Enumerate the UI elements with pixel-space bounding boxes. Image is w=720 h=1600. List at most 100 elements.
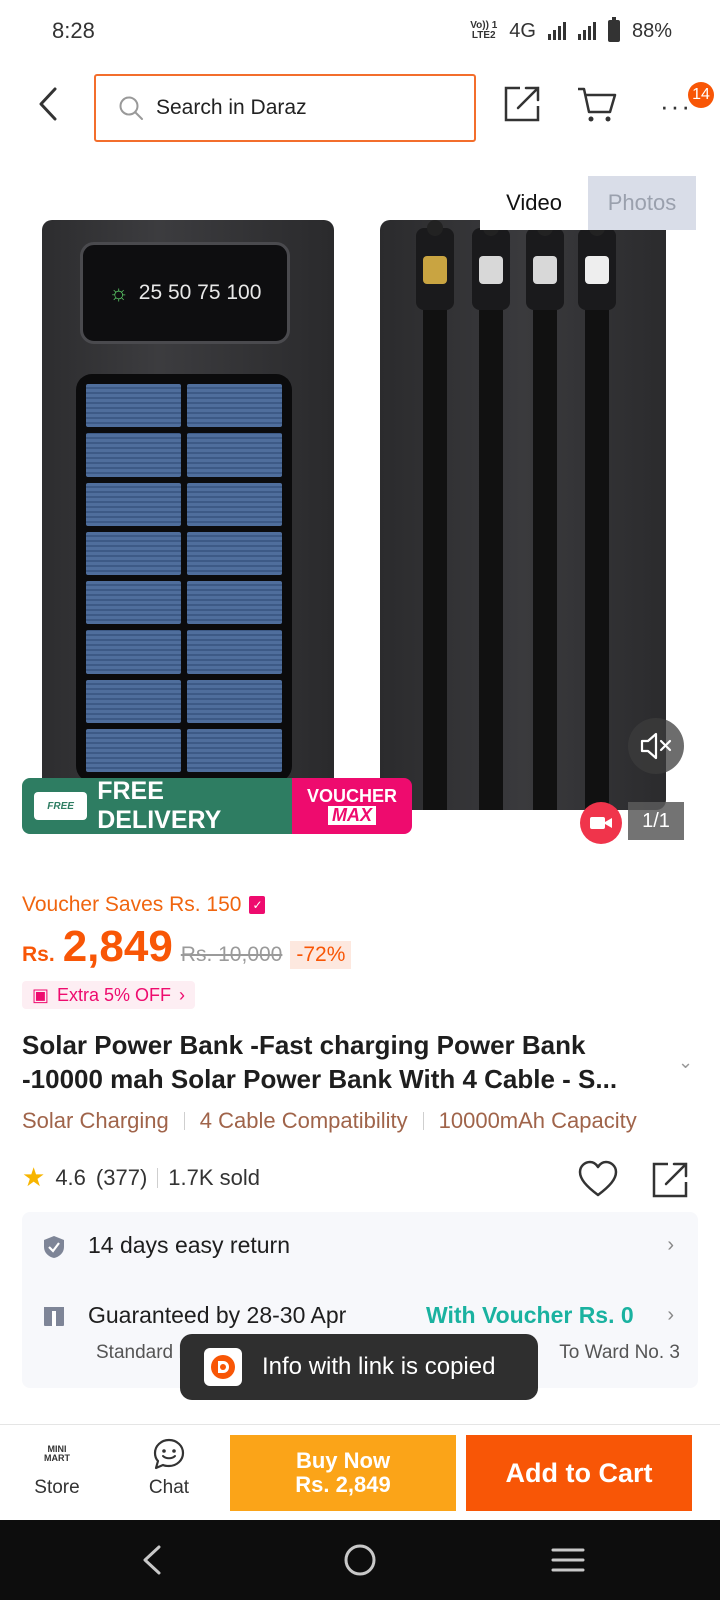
product-media[interactable]: ☼ 25 50 75 100 Video Photos FREE FREE DE…	[0, 176, 720, 866]
price-currency: Rs.	[22, 943, 55, 966]
signal-icon-2	[577, 22, 596, 40]
package-icon	[44, 1307, 64, 1326]
star-icon: ★	[22, 1162, 46, 1192]
voucher-saves-label: Voucher Saves Rs. 150	[22, 893, 242, 916]
free-delivery-badge: FREE FREE DELIVERY	[22, 778, 292, 834]
back-button[interactable]	[26, 82, 70, 126]
price-row: Rs. 2,849 Rs. 10,000 -72%	[22, 922, 352, 982]
share-icon	[652, 1162, 688, 1198]
nav-home-button[interactable]	[330, 1536, 390, 1584]
cable-type-c	[472, 220, 510, 810]
home-circle-icon	[344, 1544, 376, 1576]
add-to-cart-label: Add to Cart	[505, 1457, 653, 1488]
shield-check-icon	[44, 1236, 64, 1258]
status-bar: 8:28 Vo)) 1 LTE2 4G 88%	[0, 0, 720, 62]
feature-tags: Solar Charging 4 Cable Compatibility 100…	[22, 1108, 720, 1134]
speaker-muted-icon	[640, 732, 672, 760]
cart-button[interactable]	[576, 84, 622, 128]
status-time: 8:28	[52, 18, 95, 43]
status-icons: Vo)) 1 LTE2 4G 88%	[470, 17, 672, 43]
power-bank-readout: 25 50 75 100	[138, 281, 262, 304]
voucher-max-badge: VOUCHER MAX	[292, 778, 412, 834]
chat-icon	[153, 1438, 185, 1470]
feature-tag: Solar Charging	[22, 1108, 169, 1133]
return-policy-row[interactable]: 14 days easy return ›	[22, 1212, 698, 1282]
mute-button[interactable]	[628, 718, 684, 774]
current-price: 2,849	[62, 922, 173, 971]
feature-tag: 4 Cable Compatibility	[199, 1108, 408, 1133]
buy-now-label: Buy Now	[295, 1448, 391, 1473]
max-label: MAX	[328, 806, 376, 825]
chevron-left-icon	[39, 87, 57, 121]
back-arrow-icon	[143, 1545, 161, 1575]
extra-off-tag[interactable]: ▣ Extra 5% OFF ›	[22, 981, 196, 1009]
tab-video[interactable]: Video	[480, 176, 588, 230]
tab-photos[interactable]: Photos	[588, 176, 696, 230]
voucher-saves[interactable]: Voucher Saves Rs. 150 ✓	[22, 893, 266, 917]
battery-level: 88%	[631, 19, 672, 42]
heart-icon	[578, 1160, 618, 1197]
nav-recents-button[interactable]	[538, 1536, 598, 1584]
daraz-app-icon	[204, 1348, 242, 1386]
battery-icon	[607, 17, 620, 42]
search-placeholder: Search in Daraz	[156, 96, 307, 119]
network-type: 4G	[509, 19, 536, 42]
buy-now-button[interactable]: Buy Now Rs. 2,849	[230, 1435, 456, 1511]
system-nav-bar	[0, 1520, 720, 1600]
voucher-tag-icon: ▣	[32, 984, 50, 1005]
copied-toast: Info with link is copied	[180, 1334, 538, 1400]
original-price: Rs. 10,000	[180, 943, 283, 966]
sun-icon: ☼	[108, 280, 129, 305]
divider	[422, 1112, 424, 1130]
recents-menu-icon	[551, 1548, 585, 1572]
cart-icon	[578, 87, 617, 122]
free-delivery-label: FREE DELIVERY	[97, 778, 222, 834]
discount-badge: -72%	[290, 941, 352, 969]
power-bank-back-image	[380, 220, 666, 810]
signal-icon	[547, 22, 566, 40]
search-input[interactable]: Search in Daraz	[94, 74, 476, 142]
divider	[157, 1167, 159, 1188]
power-bank-display: ☼ 25 50 75 100	[80, 242, 290, 344]
return-policy-label: 14 days easy return	[88, 1232, 291, 1258]
store-label: Store	[34, 1477, 80, 1498]
share-button[interactable]	[502, 84, 546, 128]
rating-row[interactable]: ★ 4.6 (377) 1.7K sold	[22, 1162, 260, 1193]
rating-value: 4.6	[55, 1164, 86, 1190]
power-bank-front-image: ☼ 25 50 75 100	[42, 220, 334, 820]
cable-micro	[526, 220, 564, 810]
add-to-cart-button[interactable]: Add to Cart	[466, 1435, 692, 1511]
store-button[interactable]: MINI MART Store	[22, 1437, 92, 1513]
product-title[interactable]: Solar Power Bank -Fast charging Power Ba…	[22, 1028, 662, 1096]
cable-usb	[416, 220, 454, 810]
voucher-delivery-fee: With Voucher Rs. 0	[426, 1302, 634, 1328]
media-tabs: Video Photos	[480, 176, 696, 230]
toast-message: Info with link is copied	[262, 1353, 496, 1380]
divider	[183, 1112, 185, 1130]
solar-panel	[76, 374, 292, 782]
chevron-right-icon: ›	[179, 984, 186, 1005]
header: Search in Daraz ···	[0, 70, 720, 146]
delivery-truck-icon: FREE	[34, 792, 88, 820]
bottom-action-bar: MINI MART Store Chat Buy Now Rs. 2,849 A…	[0, 1424, 720, 1520]
volte-icon: Vo)) 1 LTE2	[470, 20, 498, 41]
cart-count-badge: 14	[688, 82, 714, 108]
share-product-button[interactable]	[650, 1160, 694, 1204]
video-camera-icon	[590, 817, 612, 829]
store-logo: MINI MART	[44, 1444, 70, 1463]
search-icon	[119, 96, 143, 120]
video-camera-button[interactable]	[580, 802, 622, 844]
voucher-label: VOUCHER	[306, 786, 397, 806]
voucher-icon: ✓	[249, 896, 266, 914]
feature-tag: 10000mAh Capacity	[438, 1108, 637, 1133]
media-counter: 1/1	[628, 802, 684, 840]
chat-button[interactable]: Chat	[134, 1437, 204, 1513]
promo-banner: FREE FREE DELIVERY VOUCHER MAX	[22, 778, 412, 834]
wishlist-button[interactable]	[578, 1160, 622, 1204]
extra-off-label: Extra 5% OFF	[57, 984, 172, 1005]
share-icon	[504, 86, 540, 122]
cable-lightning	[578, 220, 616, 810]
nav-back-button[interactable]	[122, 1536, 182, 1584]
expand-title-chevron-icon[interactable]: ⌄	[678, 1052, 693, 1073]
chat-label: Chat	[148, 1477, 190, 1498]
